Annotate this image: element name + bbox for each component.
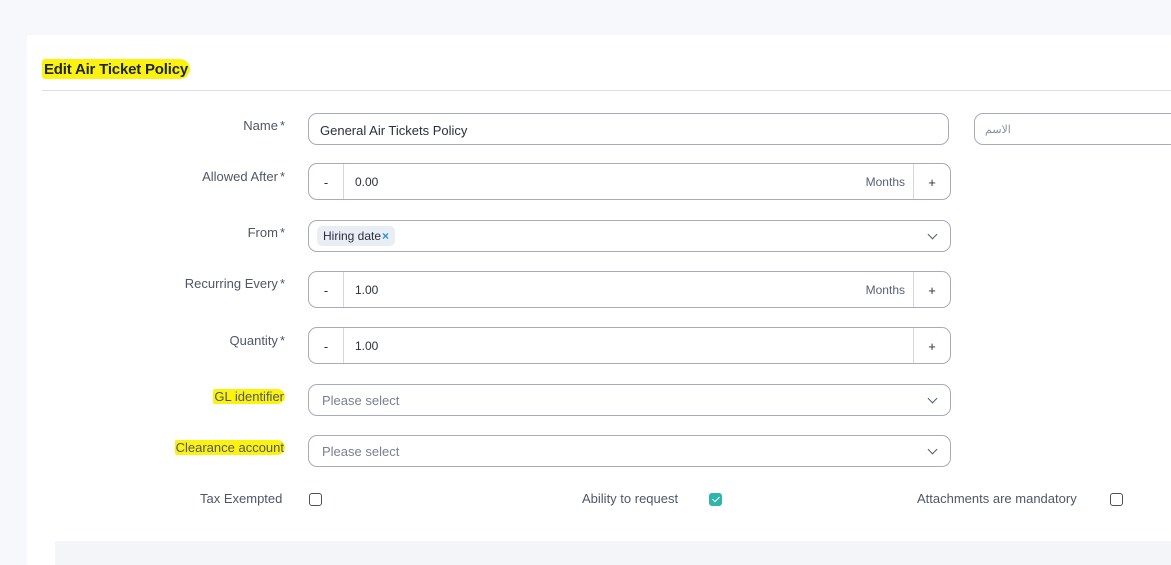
chip-remove-icon[interactable]: ×	[382, 229, 389, 243]
clearance-account-select[interactable]: Please select	[308, 435, 951, 467]
gl-identifier-placeholder: Please select	[322, 393, 400, 408]
hiring-date-chip: Hiring date×	[317, 226, 396, 246]
attachments-mandatory-label: Attachments are mandatory	[917, 491, 1077, 506]
recurring-every-unit: Months	[865, 283, 905, 297]
quantity-stepper[interactable]: - 1.00 +	[308, 327, 951, 364]
footer-bar	[55, 541, 1171, 565]
allowed-after-plus-button[interactable]: +	[913, 164, 950, 199]
quantity-plus-button[interactable]: +	[913, 328, 950, 363]
tax-exempted-label: Tax Exempted	[200, 491, 283, 506]
quantity-label: Quantity *	[229, 333, 285, 348]
quantity-minus-button[interactable]: -	[309, 328, 344, 363]
clearance-account-label: Clearance account	[174, 440, 285, 455]
from-select[interactable]: Hiring date×	[308, 220, 951, 252]
name-value: General Air Tickets Policy	[320, 123, 468, 138]
name-label: Name *	[243, 118, 285, 133]
allowed-after-value[interactable]: 0.00	[355, 175, 378, 189]
recurring-every-stepper[interactable]: - 1.00 Months +	[308, 271, 951, 308]
recurring-every-value[interactable]: 1.00	[355, 283, 378, 297]
from-label: From *	[247, 225, 285, 240]
name-input[interactable]: General Air Tickets Policy	[308, 113, 949, 145]
recurring-every-minus-button[interactable]: -	[309, 272, 344, 307]
edit-policy-card: Edit Air Ticket Policy Name * General Air…	[27, 35, 1171, 565]
chevron-down-icon[interactable]	[927, 444, 938, 455]
quantity-value[interactable]: 1.00	[355, 339, 378, 353]
recurring-every-label: Recurring Every *	[184, 276, 285, 291]
tax-exempted-checkbox[interactable]	[309, 493, 322, 506]
page-title: Edit Air Ticket Policy	[42, 59, 190, 79]
chevron-down-icon[interactable]	[927, 393, 938, 404]
ability-to-request-checkbox[interactable]	[709, 493, 722, 506]
title-divider	[42, 90, 1171, 91]
arabic-name-placeholder: الاسم	[985, 124, 1011, 136]
allowed-after-label: Allowed After *	[202, 169, 285, 184]
gl-identifier-label: GL identifier	[213, 389, 285, 404]
ability-to-request-label: Ability to request	[582, 491, 679, 506]
allowed-after-minus-button[interactable]: -	[309, 164, 344, 199]
chevron-down-icon[interactable]	[927, 229, 938, 240]
clearance-account-placeholder: Please select	[322, 444, 400, 459]
allowed-after-stepper[interactable]: - 0.00 Months +	[308, 163, 951, 200]
attachments-mandatory-checkbox[interactable]	[1110, 493, 1123, 506]
recurring-every-plus-button[interactable]: +	[913, 272, 950, 307]
gl-identifier-select[interactable]: Please select	[308, 384, 951, 416]
arabic-name-input[interactable]: الاسم	[974, 113, 1171, 145]
allowed-after-unit: Months	[865, 175, 905, 189]
